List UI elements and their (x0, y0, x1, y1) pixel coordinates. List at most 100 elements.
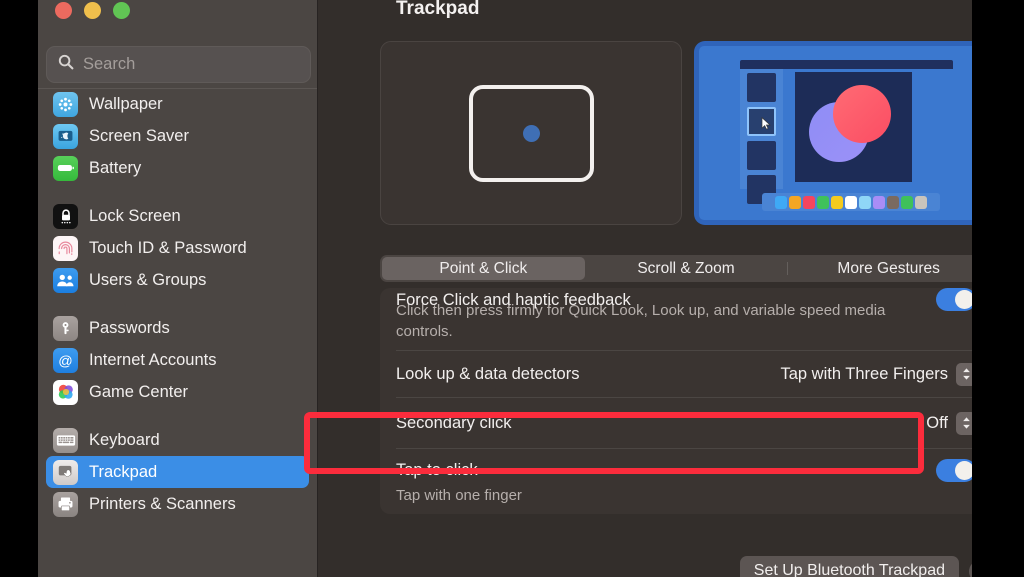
lock-screen-icon (53, 203, 78, 229)
trackpad-cursor-dot (522, 124, 540, 142)
sidebar-item-printers-scanners[interactable]: Printers & Scanners (46, 488, 309, 520)
sidebar-item-screen-saver[interactable]: Screen Saver (46, 120, 309, 152)
color-swatch-3 (817, 195, 829, 209)
game-center-icon (53, 379, 78, 405)
settings-list: Force Click and haptic feedback Click th… (380, 288, 972, 514)
sidebar-item-label: Keyboard (89, 431, 160, 450)
setting-row-look-up-data-detectors[interactable]: Look up & data detectors Tap with Three … (380, 351, 972, 397)
zoom-button[interactable] (113, 2, 130, 19)
sidebar-item-passwords[interactable]: Passwords (46, 312, 309, 344)
color-swatch-9 (901, 195, 913, 209)
sidebar-group: Passwords @ Internet Accounts Game Cente… (38, 312, 317, 408)
setting-row-secondary-click[interactable]: Secondary click Off (380, 398, 972, 448)
setting-row-force-click[interactable]: Force Click and haptic feedback Click th… (380, 288, 972, 350)
setting-value[interactable]: Tap with Three Fingers (780, 362, 972, 386)
settings-tab-bar[interactable]: Point & Click Scroll & Zoom More Gesture… (380, 255, 972, 282)
setting-title: Secondary click (396, 413, 512, 432)
help-button[interactable]: ? (969, 559, 972, 577)
set-up-bluetooth-trackpad-button[interactable]: Set Up Bluetooth Trackpad (739, 556, 959, 577)
demo-thumbnail (747, 141, 776, 170)
users-groups-icon (53, 267, 78, 293)
screen: Wallpaper Screen Saver (0, 0, 1024, 577)
color-swatch-2 (803, 195, 815, 209)
demo-thumbnail (747, 73, 776, 102)
window-traffic-lights (55, 2, 130, 19)
demo-window-titlebar (740, 60, 953, 69)
pointer-cursor-icon (761, 116, 772, 135)
page-title: Trackpad (396, 0, 480, 19)
setting-title: Look up & data detectors (396, 364, 580, 383)
sidebar-item-wallpaper[interactable]: Wallpaper (46, 88, 309, 120)
sidebar-item-label: Screen Saver (89, 127, 189, 146)
toggle-knob (955, 290, 972, 309)
setting-value-text: Tap with Three Fingers (780, 364, 948, 383)
sidebar-item-game-center[interactable]: Game Center (46, 376, 309, 408)
color-swatch-5 (845, 195, 857, 209)
sidebar-item-label: Trackpad (89, 463, 158, 482)
tab-point-and-click[interactable]: Point & Click (382, 257, 585, 280)
color-swatch-10 (915, 195, 927, 209)
close-button[interactable] (55, 2, 72, 19)
trackpad-illustration-card (380, 41, 682, 225)
passwords-key-icon (53, 315, 78, 341)
internet-accounts-icon: @ (53, 347, 78, 373)
color-swatch-strip (762, 193, 940, 211)
sidebar-item-users-groups[interactable]: Users & Groups (46, 264, 309, 296)
setting-value-text: Off (926, 413, 948, 432)
demo-thumbnail-selected (747, 107, 776, 136)
sidebar-group: Wallpaper Screen Saver Battery (38, 88, 317, 184)
search-input[interactable] (83, 55, 303, 74)
color-swatch-6 (859, 195, 871, 209)
color-swatch-4 (831, 195, 843, 209)
sidebar-item-label: Battery (89, 159, 142, 178)
chevron-updown-icon[interactable] (956, 411, 972, 435)
demo-canvas (795, 72, 912, 182)
gesture-demo-video[interactable] (694, 41, 972, 225)
setting-subtitle: Tap with one finger (396, 487, 522, 504)
sidebar-item-trackpad[interactable]: Trackpad (46, 456, 309, 488)
screen-saver-icon (53, 123, 78, 149)
tap-to-click-toggle[interactable] (936, 458, 972, 482)
setting-row-tap-to-click[interactable]: Tap to click Tap with one finger (380, 449, 972, 514)
setting-title: Force Click and haptic feedback (396, 291, 631, 309)
color-swatch-8 (887, 195, 899, 209)
setting-value[interactable]: Off (926, 411, 972, 435)
force-click-toggle[interactable] (936, 288, 972, 311)
svg-text:@: @ (58, 353, 72, 369)
search-field[interactable] (46, 46, 311, 83)
tab-more-gestures[interactable]: More Gestures (787, 257, 972, 280)
sidebar: Wallpaper Screen Saver (38, 0, 318, 577)
sidebar-item-battery[interactable]: Battery (46, 152, 309, 184)
sidebar-item-label: Passwords (89, 319, 170, 338)
sidebar-top-divider (38, 88, 317, 89)
touch-id-icon (53, 235, 78, 261)
sidebar-item-label: Touch ID & Password (89, 239, 247, 258)
sidebar-item-lock-screen[interactable]: Lock Screen (46, 200, 309, 232)
search-icon (58, 54, 74, 75)
chevron-updown-icon[interactable] (956, 362, 972, 386)
toggle-knob (955, 460, 972, 480)
color-swatch-7 (873, 195, 885, 209)
sidebar-item-label: Users & Groups (89, 271, 207, 290)
color-swatch-1 (789, 195, 801, 209)
minimize-button[interactable] (84, 2, 101, 19)
sidebar-item-label: Printers & Scanners (89, 495, 236, 514)
sidebar-item-touch-id[interactable]: Touch ID & Password (46, 232, 309, 264)
sidebar-nav[interactable]: Wallpaper Screen Saver Battery Lock Scre… (38, 88, 317, 577)
wallpaper-icon (53, 91, 78, 117)
sidebar-item-internet-accounts[interactable]: @ Internet Accounts (46, 344, 309, 376)
sidebar-item-keyboard[interactable]: Keyboard (46, 424, 309, 456)
sidebar-group: Keyboard Trackpad Printers & Scanners (38, 424, 317, 520)
video-frame (699, 46, 972, 220)
sidebar-item-label: Game Center (89, 383, 189, 402)
sidebar-group: Lock Screen Touch ID & Password Users & … (38, 200, 317, 296)
color-swatch-0 (775, 195, 787, 209)
hero-row (380, 41, 972, 225)
content-pane: Trackpad Point & Click Scroll & Zoom Mor… (318, 0, 972, 577)
printers-scanners-icon (53, 491, 78, 517)
tab-scroll-and-zoom[interactable]: Scroll & Zoom (585, 257, 788, 280)
red-circle-shape (833, 85, 891, 143)
sidebar-item-label: Internet Accounts (89, 351, 217, 370)
